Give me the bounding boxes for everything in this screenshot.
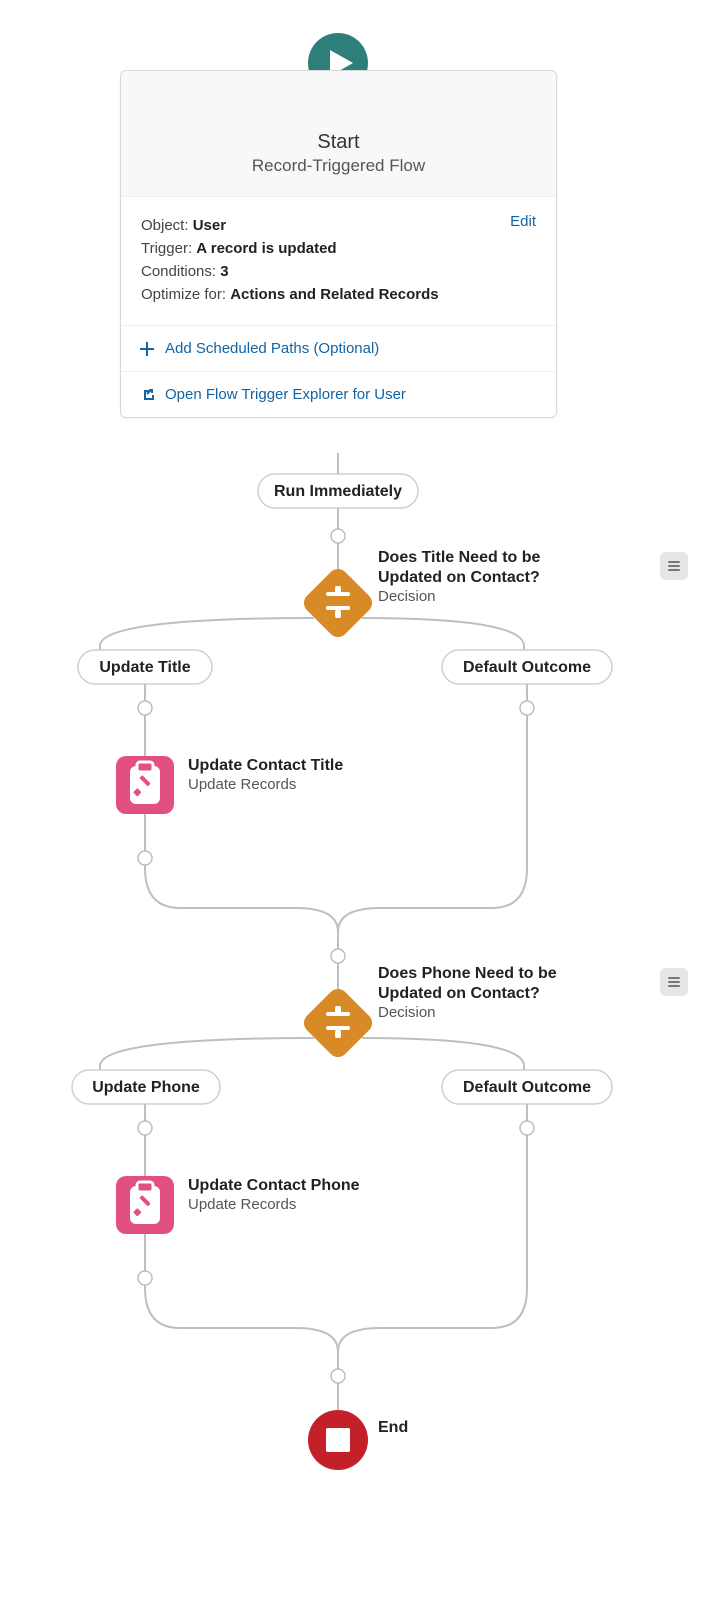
- conditions-value: 3: [220, 263, 228, 280]
- optimize-value: Actions and Related Records: [230, 286, 438, 303]
- svg-text:Run Immediately: Run Immediately: [274, 483, 402, 500]
- outcome-default-2[interactable]: Default Outcome: [442, 1070, 612, 1104]
- object-label: Object:: [141, 217, 189, 234]
- element-options-1[interactable]: [660, 552, 688, 580]
- svg-text:Update Title: Update Title: [99, 659, 190, 676]
- start-title: Start: [137, 131, 540, 154]
- svg-text:Default Outcome: Default Outcome: [463, 659, 591, 676]
- decision-node-1[interactable]: [300, 565, 376, 641]
- update-2-label: Update Contact Phone Update Records: [188, 1176, 428, 1213]
- outcome-update-title[interactable]: Update Title: [78, 650, 212, 684]
- run-immediately-pill[interactable]: Run Immediately: [258, 474, 418, 508]
- open-trigger-explorer[interactable]: Open Flow Trigger Explorer for User: [121, 371, 556, 417]
- object-value: User: [193, 217, 226, 234]
- end-node[interactable]: [308, 1410, 368, 1470]
- add-scheduled-paths-label: Add Scheduled Paths (Optional): [165, 340, 379, 357]
- start-subtitle: Record-Triggered Flow: [137, 156, 540, 176]
- list-icon: [666, 558, 682, 574]
- end-label: End: [378, 1418, 408, 1438]
- trigger-label: Trigger:: [141, 240, 192, 257]
- start-card[interactable]: Start Record-Triggered Flow Edit Object:…: [120, 70, 557, 418]
- outcome-default-1[interactable]: Default Outcome: [442, 650, 612, 684]
- optimize-label: Optimize for:: [141, 286, 226, 303]
- trigger-value: A record is updated: [196, 240, 336, 257]
- list-icon: [666, 974, 682, 990]
- svg-text:Default Outcome: Default Outcome: [463, 1079, 591, 1096]
- decision-2-label: Does Phone Need to be Updated on Contact…: [378, 964, 608, 1021]
- add-scheduled-paths[interactable]: Add Scheduled Paths (Optional): [121, 326, 556, 371]
- outcome-update-phone[interactable]: Update Phone: [72, 1070, 220, 1104]
- update-node-2[interactable]: [116, 1176, 174, 1234]
- decision-node-2[interactable]: [300, 985, 376, 1061]
- svg-text:Update Phone: Update Phone: [92, 1079, 200, 1096]
- edit-link[interactable]: Edit: [510, 213, 536, 230]
- decision-1-label: Does Title Need to be Updated on Contact…: [378, 548, 608, 605]
- update-1-label: Update Contact Title Update Records: [188, 756, 418, 793]
- conditions-label: Conditions:: [141, 263, 216, 280]
- update-node-1[interactable]: [116, 756, 174, 814]
- plus-icon: [139, 341, 155, 357]
- external-link-icon: [139, 387, 155, 403]
- element-options-2[interactable]: [660, 968, 688, 996]
- open-trigger-explorer-label: Open Flow Trigger Explorer for User: [165, 386, 406, 403]
